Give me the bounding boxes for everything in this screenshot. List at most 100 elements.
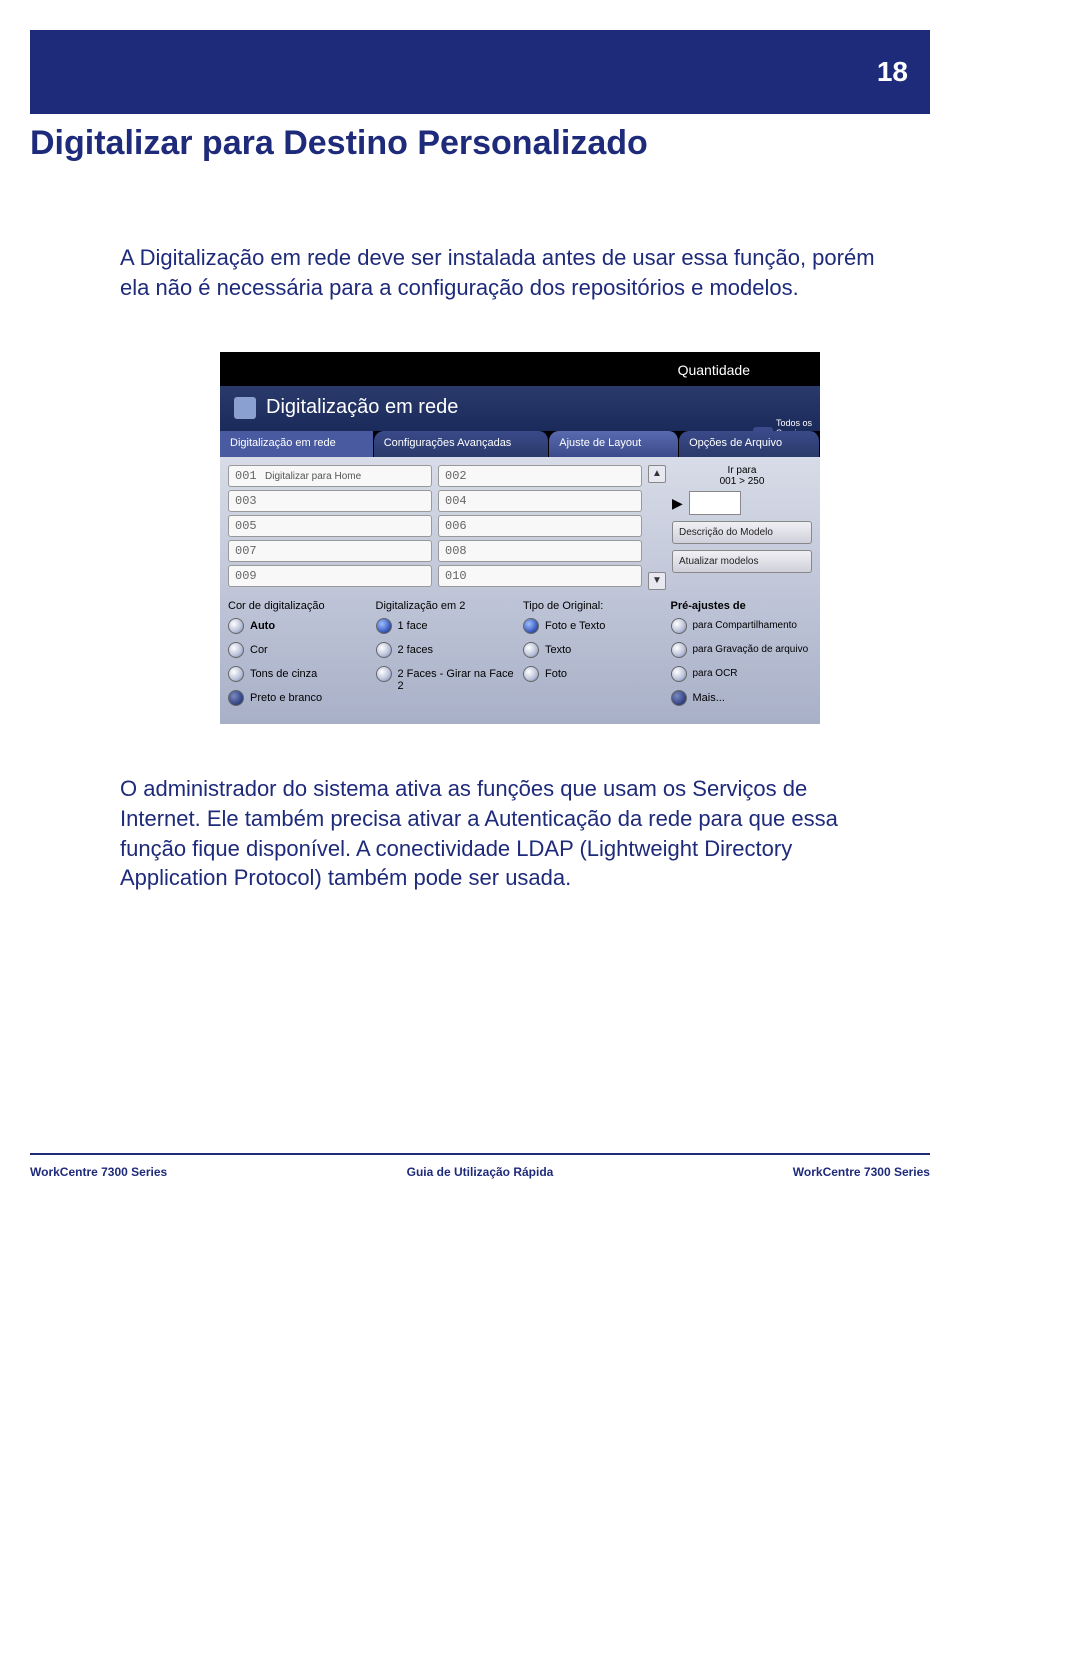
goto-title: Ir para: [672, 465, 812, 476]
list-item[interactable]: 008: [438, 540, 642, 562]
radio-icon: [228, 618, 244, 634]
page-footer: WorkCentre 7300 Series Guia de Utilizaçã…: [30, 1155, 930, 1179]
scrollbar: ▲ ▼: [648, 465, 666, 590]
radio-icon: [671, 618, 687, 634]
template-list-right: 002 004 006 008 010: [438, 465, 642, 590]
preset-ocr[interactable]: para OCR: [671, 666, 813, 682]
radio-icon: [228, 666, 244, 682]
item-text: Digitalizar para Home: [265, 471, 361, 482]
goto-range: 001 > 250: [672, 476, 812, 487]
scroll-up-button[interactable]: ▲: [648, 465, 666, 483]
radio-1sided[interactable]: 1 face: [376, 618, 518, 634]
radio-text[interactable]: Texto: [523, 642, 665, 658]
tab-layout-adjust[interactable]: Ajuste de Layout: [549, 431, 679, 457]
radio-color[interactable]: Cor: [228, 642, 370, 658]
radio-bw[interactable]: Preto e branco: [228, 690, 370, 706]
original-column: Tipo de Original: Foto e Texto Texto Fot…: [523, 600, 665, 714]
radio-label: para Gravação de arquivo: [693, 642, 809, 656]
header-bar: 18: [30, 30, 930, 114]
radio-label: Cor: [250, 642, 268, 656]
page: 18 Digitalizar para Destino Personalizad…: [30, 30, 930, 1179]
main-panel: 001Digitalizar para Home 003 005 007 009…: [220, 457, 820, 724]
preset-sharing[interactable]: para Compartilhamento: [671, 618, 813, 634]
footer-left: WorkCentre 7300 Series: [30, 1165, 167, 1179]
item-number: 010: [445, 569, 475, 583]
play-icon[interactable]: ▶: [672, 495, 683, 512]
preset-more[interactable]: Mais...: [671, 690, 813, 706]
page-title: Digitalizar para Destino Personalizado: [30, 124, 930, 163]
radio-label: 2 Faces - Girar na Face 2: [398, 666, 518, 692]
options-row: Cor de digitalização Auto Cor Tons de ci…: [228, 600, 812, 714]
outro-paragraph: O administrador do sistema ativa as funç…: [120, 774, 890, 893]
list-item[interactable]: 006: [438, 515, 642, 537]
item-number: 002: [445, 469, 475, 483]
radio-label: Foto e Texto: [545, 618, 605, 632]
item-number: 005: [235, 519, 265, 533]
radio-icon: [523, 618, 539, 634]
preset-archive[interactable]: para Gravação de arquivo: [671, 642, 813, 658]
footer-right: WorkCentre 7300 Series: [793, 1165, 930, 1179]
page-number: 18: [877, 56, 908, 88]
radio-label: Foto: [545, 666, 567, 680]
item-number: 003: [235, 494, 265, 508]
radio-label: Auto: [250, 618, 275, 632]
radio-label: Preto e branco: [250, 690, 322, 704]
radio-2sided-rotate[interactable]: 2 Faces - Girar na Face 2: [376, 666, 518, 692]
tab-strip: Digitalização em rede Configurações Avan…: [220, 431, 820, 457]
radio-photo-text[interactable]: Foto e Texto: [523, 618, 665, 634]
screen-title-row: Digitalização em rede: [220, 386, 820, 431]
presets-column: Pré-ajustes de para Compartilhamento par…: [671, 600, 813, 714]
column-header: Digitalização em 2: [376, 600, 518, 612]
tab-file-options[interactable]: Opções de Arquivo: [679, 431, 820, 457]
scroll-down-button[interactable]: ▼: [648, 572, 666, 590]
item-number: 008: [445, 544, 475, 558]
item-number: 001: [235, 469, 265, 483]
radio-photo[interactable]: Foto: [523, 666, 665, 682]
tab-label: Digitalização em rede: [230, 437, 336, 449]
footer-center: Guia de Utilização Rápida: [407, 1165, 554, 1179]
item-number: 009: [235, 569, 265, 583]
tab-advanced-settings[interactable]: Configurações Avançadas: [374, 431, 550, 457]
scanner-icon: [234, 397, 256, 419]
radio-icon: [376, 642, 392, 658]
intro-paragraph: A Digitalização em rede deve ser instala…: [120, 243, 890, 302]
radio-icon: [376, 666, 392, 682]
column-header: Pré-ajustes de: [671, 600, 813, 612]
side-controls: Ir para 001 > 250 ▶ Descrição do Modelo …: [672, 465, 812, 590]
radio-label: 2 faces: [398, 642, 433, 656]
radio-icon: [376, 618, 392, 634]
template-description-button[interactable]: Descrição do Modelo: [672, 521, 812, 544]
radio-grayscale[interactable]: Tons de cinza: [228, 666, 370, 682]
device-screenshot: Quantidade Todos os Serviços Digitalizaç…: [220, 352, 820, 724]
radio-auto[interactable]: Auto: [228, 618, 370, 634]
radio-icon: [671, 642, 687, 658]
refresh-templates-button[interactable]: Atualizar modelos: [672, 550, 812, 573]
list-item[interactable]: 002: [438, 465, 642, 487]
item-number: 006: [445, 519, 475, 533]
quantity-label: Quantidade: [678, 362, 750, 378]
list-item[interactable]: 007: [228, 540, 432, 562]
list-item[interactable]: 005: [228, 515, 432, 537]
list-item[interactable]: 004: [438, 490, 642, 512]
template-list-left: 001Digitalizar para Home 003 005 007 009: [228, 465, 432, 590]
item-number: 007: [235, 544, 265, 558]
tab-label: Opções de Arquivo: [689, 437, 782, 449]
list-item[interactable]: 010: [438, 565, 642, 587]
goto-input[interactable]: [689, 491, 741, 515]
tab-label: Configurações Avançadas: [384, 437, 512, 449]
list-item[interactable]: 009: [228, 565, 432, 587]
radio-icon: [523, 666, 539, 682]
column-header: Cor de digitalização: [228, 600, 370, 612]
column-header: Tipo de Original:: [523, 600, 665, 612]
goto-label: Ir para 001 > 250: [672, 465, 812, 487]
tab-label: Ajuste de Layout: [559, 437, 641, 449]
radio-icon: [671, 666, 687, 682]
radio-label: Mais...: [693, 690, 725, 704]
list-item[interactable]: 001Digitalizar para Home: [228, 465, 432, 487]
radio-2sided[interactable]: 2 faces: [376, 642, 518, 658]
tab-network-scan[interactable]: Digitalização em rede: [220, 431, 374, 457]
sides-column: Digitalização em 2 1 face 2 faces 2 Face…: [376, 600, 518, 714]
list-item[interactable]: 003: [228, 490, 432, 512]
radio-label: para OCR: [693, 666, 738, 680]
radio-icon: [523, 642, 539, 658]
